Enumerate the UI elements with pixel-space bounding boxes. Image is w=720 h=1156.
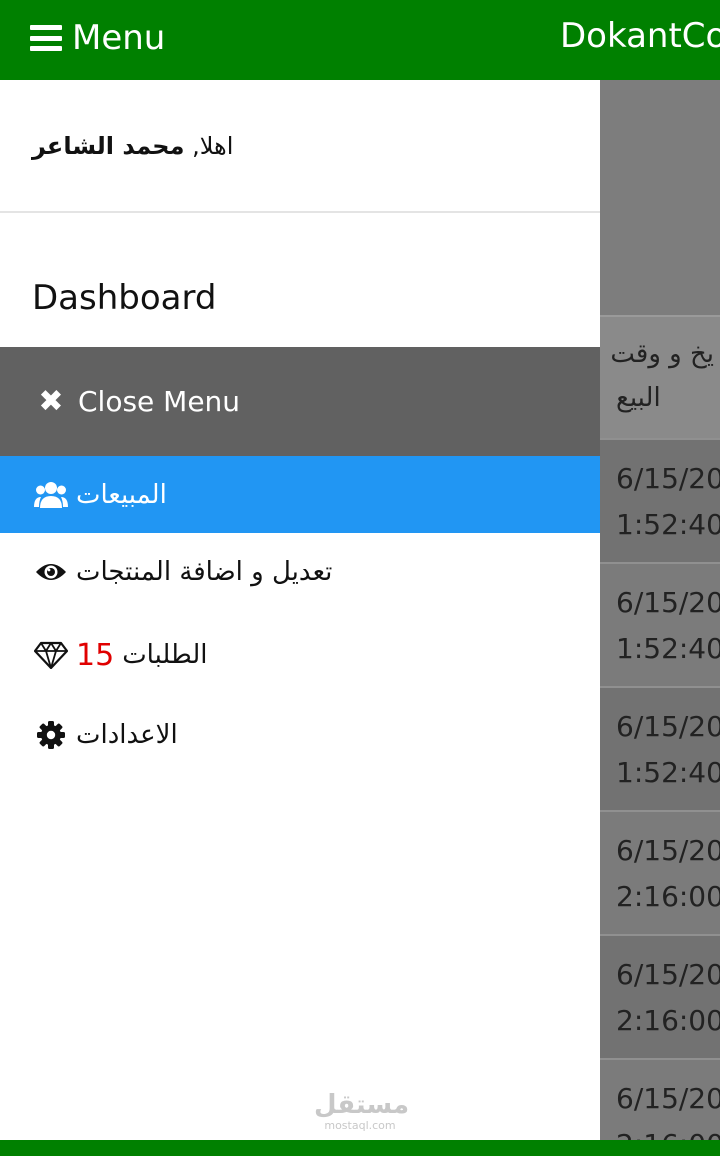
orders-count-badge: 15: [76, 637, 115, 673]
menu-label: Menu: [72, 18, 166, 58]
dashboard-title: Dashboard: [32, 278, 217, 318]
eye-icon: [34, 555, 68, 589]
menu-button[interactable]: Menu: [30, 14, 165, 62]
table-row: 6/15/20 2:16:00: [600, 810, 720, 934]
user-name: محمد الشاعر: [32, 132, 185, 160]
row-date: 6/15/20: [616, 462, 720, 495]
table-row: 6/15/20 2:16:00: [600, 934, 720, 1058]
side-drawer: اهلا, محمد الشاعر Dashboard ✖ Close Menu…: [0, 80, 600, 1140]
row-time: 2:16:00: [616, 1128, 720, 1140]
greeting-prefix: اهلا,: [192, 132, 234, 160]
row-date: 6/15/20: [616, 834, 720, 867]
page-content-overlay[interactable]: يخ و وقت البيع 6/15/20 1:52:40 P 6/15/20…: [600, 80, 720, 1140]
sidebar-item-label: الاعدادات: [76, 720, 178, 750]
diamond-icon: [34, 638, 68, 672]
sidebar-item-label: المبيعات: [76, 479, 167, 510]
sidebar-item-label: الطلبات: [122, 640, 208, 670]
column-header-line1: يخ و وقت: [610, 339, 714, 369]
table-row: 6/15/20 1:52:40 P: [600, 562, 720, 686]
user-greeting: اهلا, محمد الشاعر: [32, 132, 233, 160]
bottom-bar: [0, 1140, 720, 1156]
row-time: 1:52:40 P: [616, 632, 720, 665]
row-time: 2:16:00: [616, 1004, 720, 1037]
column-header-line2: البيع: [616, 383, 661, 413]
row-time: 1:52:40 P: [616, 508, 720, 541]
sidebar-item-sales[interactable]: المبيعات: [0, 456, 600, 533]
content-header-block: [600, 80, 720, 315]
close-icon: ✖: [38, 384, 64, 419]
brand-title[interactable]: DokantCo: [560, 16, 720, 57]
sidebar-item-orders[interactable]: 15 الطلبات: [0, 611, 600, 699]
users-icon: [34, 478, 68, 512]
table-row: 6/15/20 1:52:40 P: [600, 686, 720, 810]
close-menu-button[interactable]: ✖ Close Menu: [0, 347, 600, 456]
gear-icon: [34, 718, 68, 752]
row-time: 1:52:40 P: [616, 756, 720, 789]
sidebar-item-settings[interactable]: الاعدادات: [0, 699, 600, 771]
row-date: 6/15/20: [616, 1082, 720, 1115]
hamburger-icon: [30, 25, 62, 51]
table-row: 6/15/20 2:16:00: [600, 1058, 720, 1140]
row-time: 2:16:00: [616, 880, 720, 913]
row-date: 6/15/20: [616, 586, 720, 619]
divider: [0, 211, 600, 213]
sidebar-item-label: تعديل و اضافة المنتجات: [76, 557, 333, 587]
sidebar-item-products[interactable]: تعديل و اضافة المنتجات: [0, 533, 600, 611]
watermark-logo: مستقل mostaql.com: [314, 1090, 410, 1132]
row-date: 6/15/20: [616, 958, 720, 991]
row-date: 6/15/20: [616, 710, 720, 743]
watermark-brand: مستقل: [314, 1090, 410, 1120]
table-row: 6/15/20 1:52:40 P: [600, 438, 720, 562]
watermark-url: mostaql.com: [324, 1119, 396, 1132]
table-column-header: يخ و وقت البيع: [600, 315, 720, 438]
top-navbar: Menu DokantCo: [0, 0, 720, 80]
close-menu-label: Close Menu: [78, 385, 241, 418]
